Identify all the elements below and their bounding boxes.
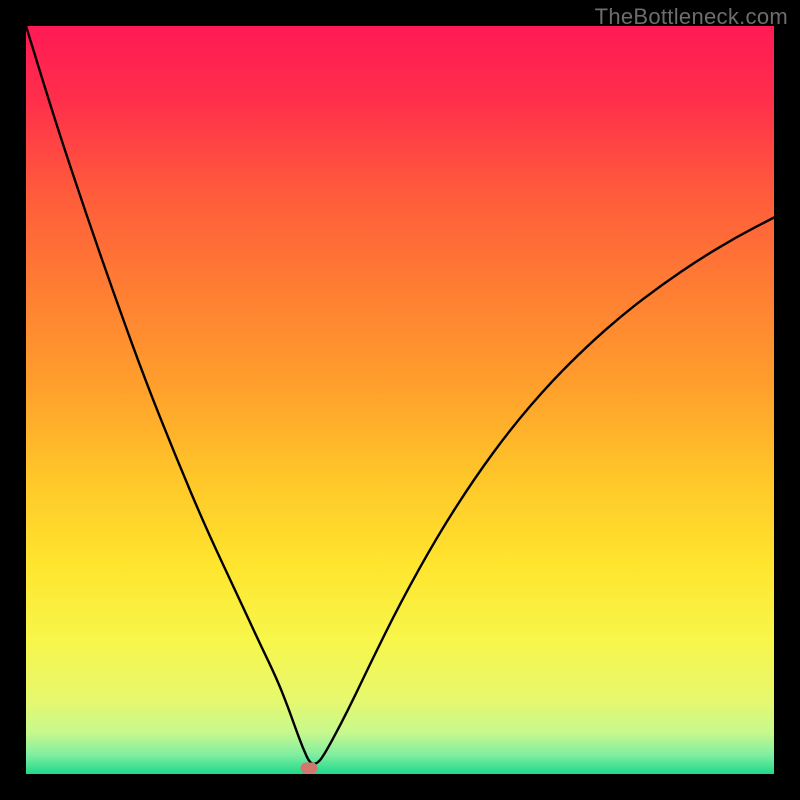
chart-frame: TheBottleneck.com <box>0 0 800 800</box>
watermark-text: TheBottleneck.com <box>595 4 788 30</box>
gradient-background <box>26 26 774 774</box>
optimal-point-marker <box>300 763 317 774</box>
plot-svg <box>26 26 774 774</box>
plot-area <box>26 26 774 774</box>
